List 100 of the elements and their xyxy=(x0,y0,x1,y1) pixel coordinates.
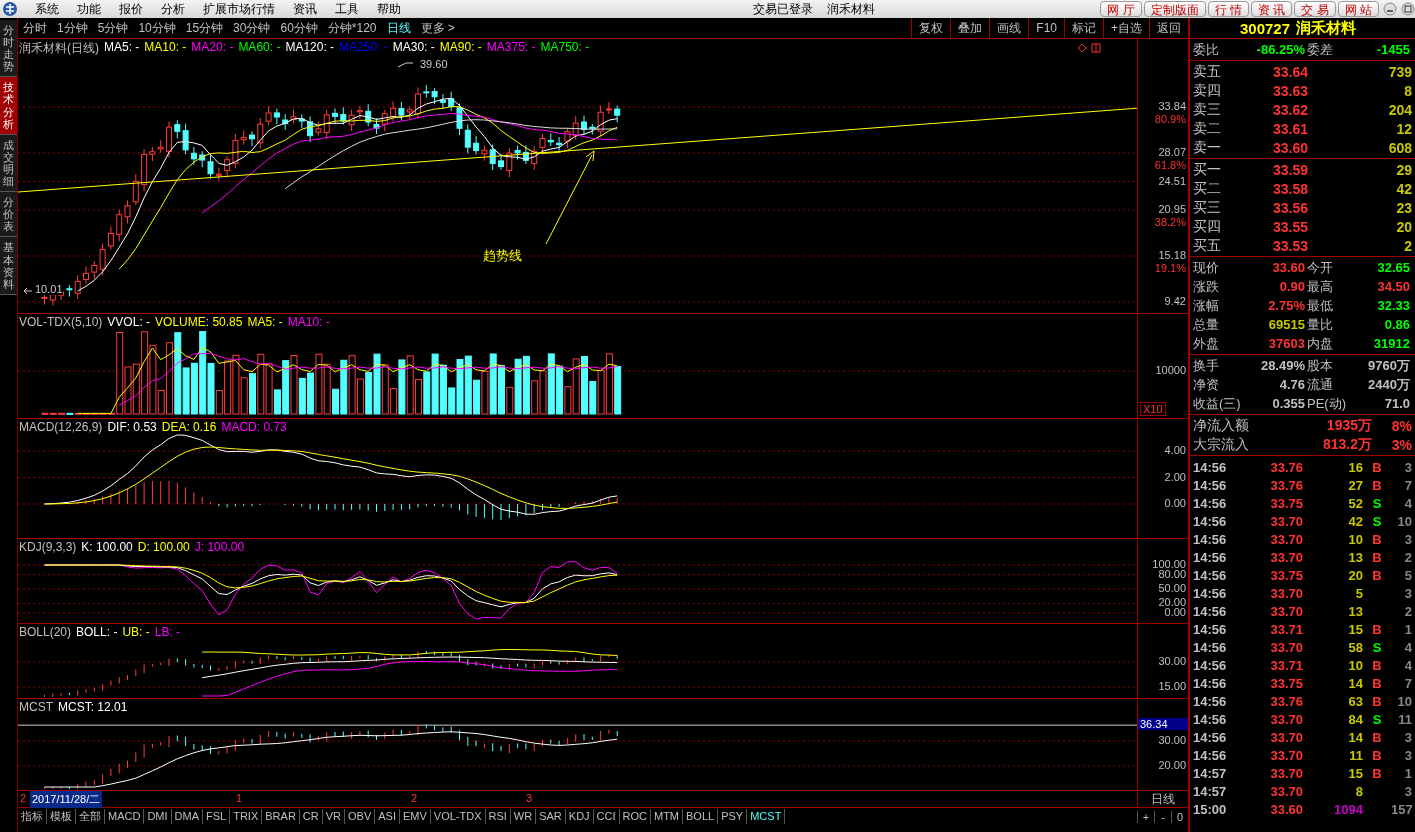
bid-volume: 42 xyxy=(1395,180,1412,197)
indicator-tab[interactable]: 指标 xyxy=(18,809,47,824)
indicator-tab[interactable]: OBV xyxy=(345,809,376,824)
trade-volume: 15 xyxy=(1347,621,1363,637)
indicator-tab[interactable]: MACD xyxy=(105,809,145,824)
menu-item[interactable]: 功能 xyxy=(68,0,110,18)
app-logo-icon xyxy=(2,1,18,17)
period-tab[interactable]: 30分钟 xyxy=(228,19,276,37)
trade-time: 14:56 xyxy=(1193,693,1228,709)
menu-item[interactable]: 扩展市场行情 xyxy=(194,0,284,18)
trade-side: B xyxy=(1372,531,1382,547)
axis-label: 20.00 xyxy=(1158,596,1186,609)
trade-price: 33.70 xyxy=(1269,711,1303,727)
indicator-tab[interactable]: WR xyxy=(510,809,537,824)
indicator-tab[interactable]: ROC xyxy=(619,809,651,824)
indicator-tab[interactable]: VOL-TDX xyxy=(430,809,486,824)
trade-time: 14:56 xyxy=(1193,747,1228,763)
indicator-tab[interactable]: ASI xyxy=(375,809,400,824)
side-tab[interactable]: 分价表 xyxy=(0,192,17,238)
indicator-tab[interactable]: MCST xyxy=(747,809,786,824)
trade-side: B xyxy=(1372,675,1382,691)
trade-count: 3 xyxy=(1403,585,1412,601)
ask-label: 卖四 xyxy=(1193,81,1222,100)
top-nav-button[interactable]: 网 站 xyxy=(1337,1,1379,17)
period-tab[interactable]: 5分钟 xyxy=(92,19,134,37)
period-tab[interactable]: 日线 xyxy=(381,19,416,37)
indicator-legend: MA10: - xyxy=(287,315,330,329)
indicator-tab[interactable]: KDJ xyxy=(565,809,594,824)
trade-price: 33.70 xyxy=(1269,783,1303,799)
menu-item[interactable]: 资讯 xyxy=(284,0,326,18)
indicator-tab[interactable]: MTM xyxy=(651,809,684,824)
trade-time: 14:57 xyxy=(1193,765,1228,781)
period-tab[interactable]: 1分钟 xyxy=(52,19,93,37)
indicator-tab[interactable]: PSY xyxy=(718,809,748,824)
trade-side: B xyxy=(1372,747,1382,763)
side-tab[interactable]: 技术分析 xyxy=(0,77,17,135)
trade-side: B xyxy=(1372,765,1382,781)
top-nav-button[interactable]: 网 厅 xyxy=(1100,1,1142,17)
top-nav-button[interactable]: 资 讯 xyxy=(1250,1,1293,17)
unit-label: X10 xyxy=(1140,402,1166,416)
period-tab[interactable]: 分钟*120 xyxy=(322,19,382,37)
quote-value: 0.90 xyxy=(1278,279,1306,294)
month-label: 2 xyxy=(20,792,27,804)
indicator-tab[interactable]: VR xyxy=(322,809,345,824)
indicator-tab[interactable]: SAR xyxy=(536,809,566,824)
top-nav-button[interactable]: 行 情 xyxy=(1207,1,1249,17)
quote-label: 今开 xyxy=(1307,258,1334,277)
side-tab[interactable]: 分时走势 xyxy=(0,20,17,78)
quote-label: 净资 xyxy=(1193,375,1220,394)
side-tab[interactable]: 基本资料 xyxy=(0,237,17,295)
indicator-tab[interactable]: 全部 xyxy=(76,809,105,824)
indicator-tab[interactable]: TRIX xyxy=(230,809,263,824)
period-tab[interactable]: 分时 xyxy=(18,19,52,37)
indicator-tab[interactable]: DMI xyxy=(144,809,172,824)
indicator-tab[interactable]: CR xyxy=(299,809,323,824)
period-tab[interactable]: 60分钟 xyxy=(275,19,323,37)
indicator-legend: BOLL: - xyxy=(76,625,118,639)
menu-item[interactable]: 工具 xyxy=(326,0,368,18)
trade-price: 33.70 xyxy=(1269,513,1303,529)
indicator-tab[interactable]: DMA xyxy=(171,809,203,824)
top-nav-button[interactable]: 定制版面 xyxy=(1143,1,1206,17)
minimize-icon[interactable] xyxy=(1383,2,1397,16)
indicator-tab[interactable]: BRAR xyxy=(262,809,300,824)
trade-count: 3 xyxy=(1403,783,1412,799)
menu-item[interactable]: 报价 xyxy=(110,0,152,18)
period-tab[interactable]: 10分钟 xyxy=(133,19,181,37)
diamond-icon[interactable] xyxy=(1077,43,1087,53)
indicator-title: KDJ(9,3,3) xyxy=(19,540,77,554)
indicator-tab[interactable]: EMV xyxy=(399,809,431,824)
trade-side: B xyxy=(1372,657,1382,673)
quote-value: -1455 xyxy=(1375,42,1411,57)
window-toggle-icon[interactable] xyxy=(1091,43,1101,53)
trade-price: 33.76 xyxy=(1269,693,1303,709)
period-tab[interactable]: 更多 > xyxy=(415,19,460,37)
indicator-tab[interactable]: RSI xyxy=(485,809,511,824)
trade-price: 33.71 xyxy=(1269,621,1303,637)
indicator-legend: MA120: - xyxy=(285,40,335,57)
bid-volume: 20 xyxy=(1395,218,1412,235)
trade-volume: 1094 xyxy=(1333,801,1363,817)
indicator-tab[interactable]: 模板 xyxy=(47,809,76,824)
period-tab[interactable]: 15分钟 xyxy=(180,19,229,37)
menu-item[interactable]: 帮助 xyxy=(368,0,410,18)
axis-label: 30.00 xyxy=(1158,734,1186,746)
indicator-tab[interactable]: CCI xyxy=(593,809,620,824)
indicator-tab[interactable]: FSL xyxy=(203,809,231,824)
menu-item[interactable]: 系统 xyxy=(26,0,68,18)
restore-icon[interactable] xyxy=(1401,2,1415,16)
menu-item[interactable]: 分析 xyxy=(152,0,194,18)
indicator-legend: DIF: 0.53 xyxy=(107,420,157,434)
trade-count: 3 xyxy=(1403,531,1412,547)
ask-label: 卖五 xyxy=(1193,62,1222,81)
side-tab[interactable]: 成交明细 xyxy=(0,134,17,193)
trade-volume: 10 xyxy=(1347,531,1363,547)
quote-value: 9760万 xyxy=(1367,356,1411,375)
indicator-tab[interactable]: BOLL xyxy=(683,809,719,824)
trade-price: 33.76 xyxy=(1269,477,1303,493)
axis-label: 30.00 xyxy=(1158,655,1186,667)
trade-side: B xyxy=(1372,549,1382,565)
trade-side: B xyxy=(1372,729,1382,745)
top-nav-button[interactable]: 交 易 xyxy=(1294,1,1336,17)
